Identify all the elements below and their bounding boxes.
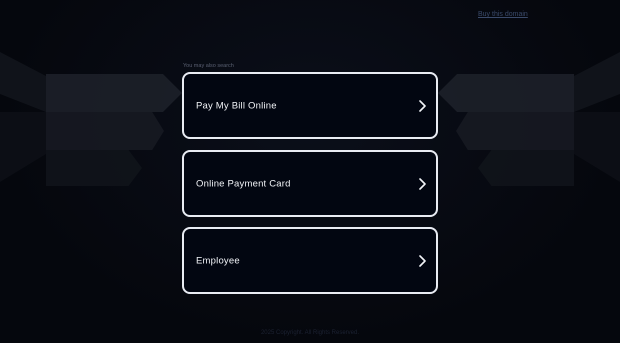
chevron-right-icon (419, 99, 426, 112)
right-arrow-band (456, 112, 574, 150)
right-wing-shape (574, 52, 620, 112)
search-result-pay-my-bill-online[interactable]: Pay My Bill Online (182, 72, 438, 139)
left-arrow-band (46, 74, 182, 112)
left-arrow-band (46, 112, 164, 150)
footer-copyright: 2025 Copyright. All Rights Reserved. (260, 330, 360, 336)
chevron-right-icon (419, 254, 426, 267)
card-label: Employee (196, 255, 240, 266)
chevron-right-icon (419, 177, 426, 190)
search-result-employee[interactable]: Employee (182, 227, 438, 294)
right-wing-shape (574, 112, 620, 182)
search-result-online-payment-card[interactable]: Online Payment Card (182, 150, 438, 217)
card-label: Pay My Bill Online (196, 100, 277, 111)
right-arrow-band (438, 74, 574, 112)
left-wing-shape (0, 52, 46, 112)
card-label: Online Payment Card (196, 178, 291, 189)
left-wing-shape (0, 112, 46, 182)
search-hint: You may also search (183, 63, 234, 69)
right-arrow-band (478, 150, 574, 186)
buy-domain-link[interactable]: Buy this domain (478, 11, 528, 18)
left-arrow-band (46, 150, 142, 186)
